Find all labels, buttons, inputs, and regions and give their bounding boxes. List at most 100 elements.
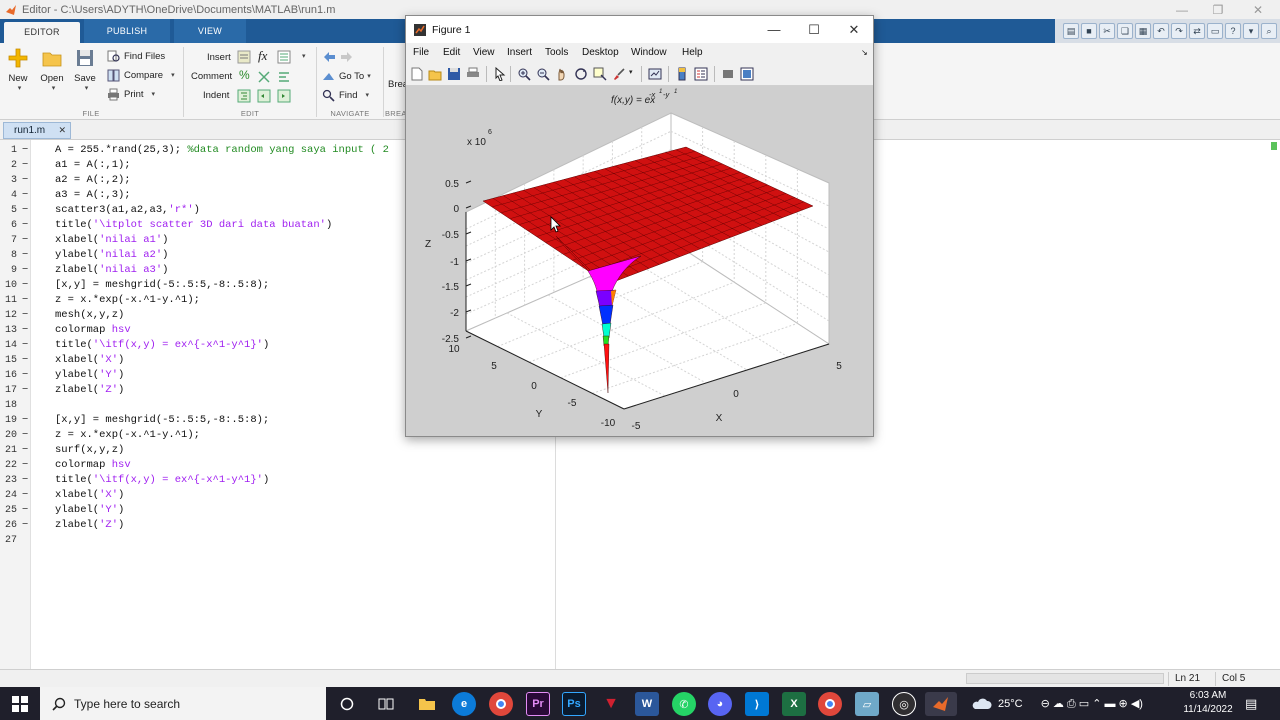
task-view-icon[interactable] <box>374 692 398 716</box>
qa-layout-icon[interactable]: ▤ <box>1063 23 1079 39</box>
rotate-3d-icon[interactable] <box>574 67 588 81</box>
menu-insert[interactable]: Insert <box>507 43 532 62</box>
minimize-button[interactable]: — <box>1164 0 1200 19</box>
breakpoint-marker[interactable]: − <box>22 188 28 203</box>
menu-window[interactable]: Window <box>631 43 667 62</box>
figure-window[interactable]: Figure 1 — ☐ ✕ File Edit View Insert Too… <box>405 15 874 437</box>
qa-dock-icon[interactable]: ▭ <box>1207 23 1223 39</box>
breakpoint-marker[interactable]: − <box>22 443 28 458</box>
zoom-out-icon[interactable] <box>536 67 550 81</box>
comment-percent-icon[interactable]: % <box>239 68 250 82</box>
breakpoint-marker[interactable]: − <box>22 233 28 248</box>
weather-cloud-icon[interactable] <box>970 697 992 711</box>
app-icon[interactable]: ▱ <box>855 692 879 716</box>
breakpoint-marker[interactable]: − <box>22 458 28 473</box>
qa-search-icon[interactable]: ⌕ <box>1261 23 1277 39</box>
discord-icon[interactable]: ◕ <box>708 692 732 716</box>
data-cursor-icon[interactable] <box>593 67 607 81</box>
tray-icons[interactable]: ⊖ ☁ ⎙ ▭ ⌃ ▬ ⊕ ◀) <box>1041 697 1143 711</box>
colorbar-icon[interactable] <box>675 67 689 81</box>
menu-edit[interactable]: Edit <box>443 43 460 62</box>
uncomment-icon[interactable] <box>257 70 271 84</box>
breakpoint-marker[interactable]: − <box>22 158 28 173</box>
breakpoint-marker[interactable]: − <box>22 323 28 338</box>
breakpoint-marker[interactable]: − <box>22 383 28 398</box>
indent-button[interactable]: Indent <box>203 87 229 103</box>
breakpoint-marker[interactable]: − <box>22 518 28 533</box>
comment-button[interactable]: Comment <box>191 68 232 84</box>
start-button[interactable] <box>0 687 40 720</box>
hide-plot-tools-icon[interactable] <box>721 67 735 81</box>
back-arrow-icon[interactable] <box>322 50 336 64</box>
qa-paste-icon[interactable]: ▦ <box>1135 23 1151 39</box>
qa-copy-icon[interactable]: ❏ <box>1117 23 1133 39</box>
word-icon[interactable]: W <box>635 692 659 716</box>
figure-close-button[interactable]: ✕ <box>834 16 874 43</box>
file-explorer-icon[interactable] <box>415 692 439 716</box>
zoom-in-icon[interactable] <box>517 67 531 81</box>
breakpoint-marker[interactable]: − <box>22 203 28 218</box>
taskbar-clock[interactable]: 6:03 AM 11/14/2022 <box>1180 689 1236 717</box>
qa-switch-window-icon[interactable]: ⇄ <box>1189 23 1205 39</box>
qa-help-icon[interactable]: ? <box>1225 23 1241 39</box>
excel-icon[interactable]: X <box>782 692 806 716</box>
vivado-icon[interactable]: ▼ <box>599 692 623 716</box>
insert-section-icon[interactable] <box>237 50 251 64</box>
menu-desktop[interactable]: Desktop <box>582 43 619 62</box>
tab-editor[interactable]: EDITOR <box>4 22 80 43</box>
cortana-icon[interactable] <box>335 692 359 716</box>
breakpoint-marker[interactable]: − <box>22 473 28 488</box>
breakpoint-marker[interactable]: − <box>22 218 28 233</box>
breakpoint-marker[interactable]: − <box>22 353 28 368</box>
tab-view[interactable]: VIEW <box>174 19 246 43</box>
breakpoint-marker[interactable]: − <box>22 278 28 293</box>
link-plot-icon[interactable] <box>648 67 662 81</box>
breakpoints-button[interactable]: Brea <box>388 79 406 90</box>
edge-icon[interactable]: e <box>452 692 476 716</box>
smart-indent-icon[interactable] <box>237 89 251 103</box>
whatsapp-icon[interactable]: ✆ <box>672 692 696 716</box>
pan-icon[interactable] <box>555 67 569 81</box>
breakpoint-marker[interactable]: − <box>22 293 28 308</box>
wrap-comments-icon[interactable] <box>277 70 291 84</box>
insert-function-icon[interactable]: fx <box>258 48 267 64</box>
qa-expand-icon[interactable]: ▾ <box>1243 23 1259 39</box>
breakpoint-marker[interactable]: − <box>22 503 28 518</box>
print-button[interactable]: Print ▾ <box>107 86 155 102</box>
open-button[interactable]: Open ▾ <box>36 47 68 92</box>
breakpoint-marker[interactable]: − <box>22 143 28 158</box>
decrease-indent-icon[interactable] <box>277 89 291 103</box>
increase-indent-icon[interactable] <box>257 89 271 103</box>
save-button[interactable]: Save ▾ <box>69 47 101 92</box>
qa-save-icon[interactable]: ■ <box>1081 23 1097 39</box>
editor-file-tab[interactable]: run1.m ✕ <box>3 122 71 139</box>
qa-undo-icon[interactable]: ↶ <box>1153 23 1169 39</box>
vscode-icon[interactable]: ⟩ <box>745 692 769 716</box>
pointer-icon[interactable] <box>493 67 507 81</box>
maximize-button[interactable]: ❐ <box>1200 0 1236 19</box>
brush-dropdown-icon[interactable]: ▾ <box>629 68 633 76</box>
surface-plot[interactable]: 0.50-0.5-1-1.5-2-2.51050-5-10 -505ZY Xx 10… <box>406 86 873 436</box>
chrome-icon[interactable] <box>489 692 513 716</box>
code-analyzer-status-icon[interactable] <box>1271 142 1277 150</box>
menu-help[interactable]: Help <box>682 43 703 62</box>
obs-icon[interactable]: ◎ <box>892 692 916 716</box>
breakpoint-marker[interactable]: − <box>22 368 28 383</box>
menu-file[interactable]: File <box>413 43 429 62</box>
tab-publish[interactable]: PUBLISH <box>84 19 170 43</box>
insert-button[interactable]: Insert <box>207 49 231 65</box>
breakpoint-marker[interactable]: − <box>22 413 28 428</box>
close-tab-icon[interactable]: ✕ <box>58 125 66 136</box>
breakpoint-marker[interactable]: − <box>22 488 28 503</box>
breakpoint-marker[interactable]: − <box>22 308 28 323</box>
forward-arrow-icon[interactable] <box>340 50 354 64</box>
breakpoint-marker[interactable]: − <box>22 428 28 443</box>
matlab-icon[interactable] <box>925 692 957 716</box>
close-button[interactable]: ✕ <box>1240 0 1276 19</box>
legend-icon[interactable] <box>694 67 708 81</box>
premiere-icon[interactable]: Pr <box>526 692 550 716</box>
compare-button[interactable]: Compare ▾ <box>107 67 175 83</box>
breakpoint-marker[interactable]: − <box>22 338 28 353</box>
breakpoint-marker[interactable]: − <box>22 248 28 263</box>
new-button[interactable]: New ▾ <box>2 47 34 92</box>
